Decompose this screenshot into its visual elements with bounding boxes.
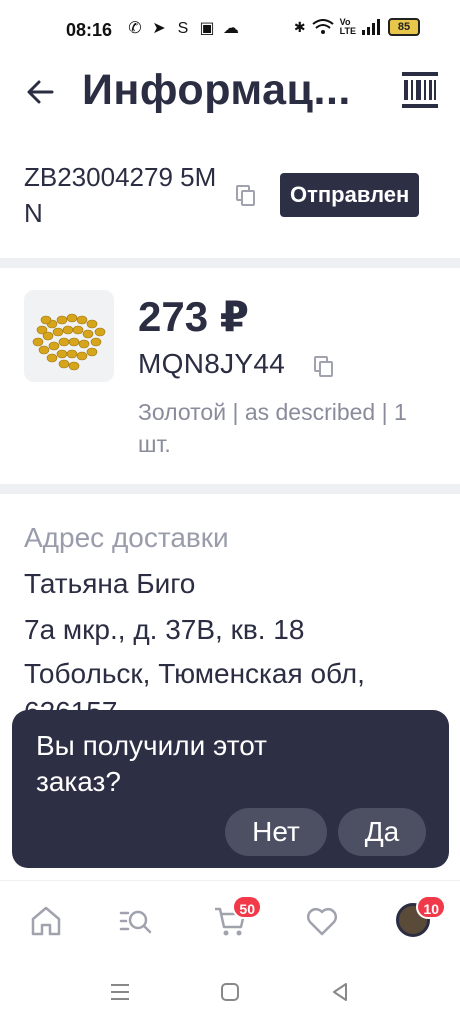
yes-button[interactable]: Да: [338, 808, 426, 856]
status-time: 08:16: [66, 20, 113, 40]
product-image[interactable]: [24, 290, 114, 382]
menu-icon[interactable]: [108, 980, 132, 1004]
back-triangle-icon[interactable]: [328, 980, 352, 1004]
copy-icon[interactable]: [234, 183, 258, 207]
no-button[interactable]: Нет: [225, 808, 327, 856]
delivery-address: Адрес доставки Татьяна Биго 7а мкр., д. …: [0, 520, 460, 720]
address-street: 7а мкр., д. 37В, кв. 18: [24, 614, 305, 645]
home-icon[interactable]: [28, 903, 64, 939]
popup-question: Вы получили этот заказ?: [36, 730, 267, 797]
barcode-icon[interactable]: [400, 70, 440, 110]
status-app-icons: ✆ ➤ S ▣ ☁: [126, 19, 240, 39]
address-city: Тобольск, Тюменская обл,: [24, 658, 365, 689]
divider: [0, 258, 460, 268]
battery-indicator: 85: [388, 18, 420, 36]
signal-icon: [362, 19, 380, 35]
home-square-icon[interactable]: [218, 980, 242, 1004]
order-info: ZB23004279 5MN Отправлен: [0, 155, 460, 255]
header: Информац...: [0, 60, 460, 130]
profile-nav-item[interactable]: 10: [396, 895, 446, 939]
profile-badge: 10: [416, 895, 446, 919]
arrow-left-icon[interactable]: [22, 74, 58, 110]
wifi-icon: [312, 19, 334, 34]
cart-badge: 50: [232, 895, 262, 919]
address-label: Адрес доставки: [24, 522, 229, 553]
divider: [0, 484, 460, 494]
system-nav-bar: [0, 960, 460, 1024]
page-title: Информац...: [82, 66, 351, 114]
telegram-icon: ➤: [152, 20, 166, 37]
order-number: ZB23004279 5MN: [24, 162, 217, 228]
cloud-icon: ☁: [223, 20, 239, 37]
skype-icon: S: [177, 20, 189, 37]
product-card[interactable]: 273 ₽ MQN8JY44 Золотой | as described | …: [0, 282, 460, 482]
heart-icon[interactable]: [304, 903, 340, 939]
product-price: 273 ₽: [138, 293, 249, 340]
messenger-icon: ▣: [199, 20, 215, 37]
cart-nav-item[interactable]: 50: [212, 895, 262, 939]
product-sku: MQN8JY44: [138, 348, 286, 379]
bottom-nav: 50 10: [0, 880, 460, 960]
copy-icon[interactable]: [312, 354, 336, 378]
status-bar: 08:16 ✆ ➤ S ▣ ☁ ✱ Vo LTE 85: [0, 0, 460, 60]
volte-icon: Vo LTE: [339, 17, 356, 36]
recipient-name: Татьяна Биго: [24, 568, 196, 599]
product-variant: Золотой | as described | 1 шт.: [138, 399, 407, 457]
status-indicators: ✱ Vo LTE 85: [294, 18, 420, 36]
bluetooth-icon: ✱: [293, 18, 306, 35]
receipt-confirmation-popup: Вы получили этот заказ? Нет Да: [12, 710, 449, 868]
catalog-search-icon[interactable]: [118, 903, 154, 939]
viber-icon: ✆: [128, 20, 142, 37]
status-badge: Отправлен: [280, 173, 420, 217]
